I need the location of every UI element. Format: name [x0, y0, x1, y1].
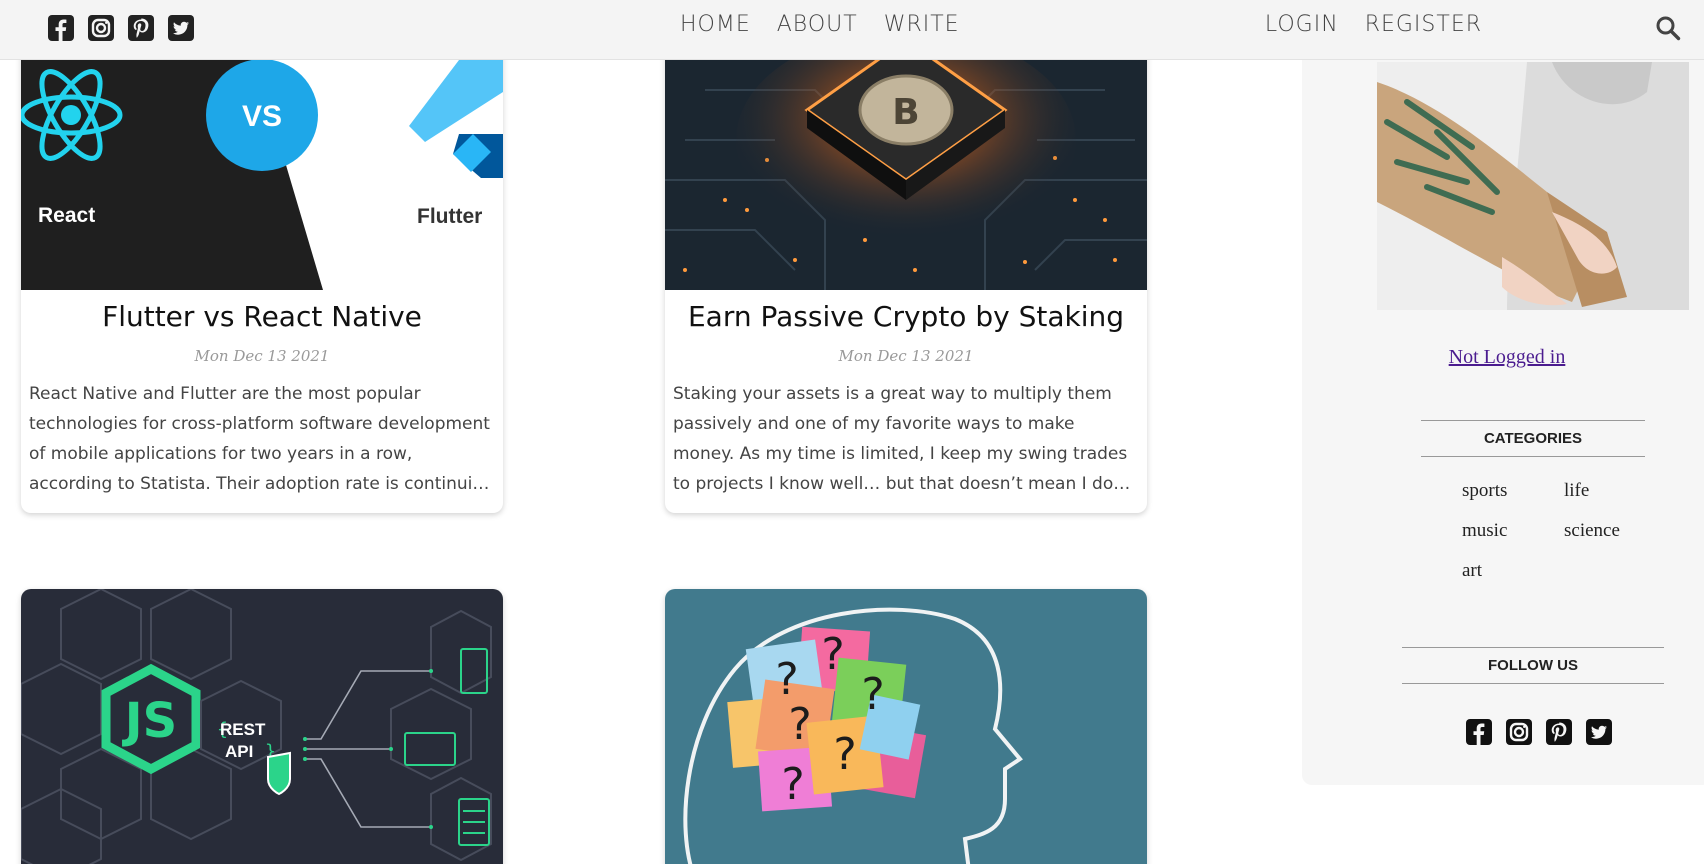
instagram-icon[interactable] [1505, 718, 1533, 746]
nav-about-link[interactable]: ABOUT [777, 12, 858, 37]
rest-api-text-1: REST [220, 720, 266, 739]
post-title[interactable]: Flutter vs React Native [21, 300, 503, 333]
facebook-icon[interactable] [47, 14, 75, 42]
category-science[interactable]: science [1564, 520, 1644, 542]
sidebar: Not Logged in CATEGORIES sports life mus… [1302, 50, 1704, 785]
rest-api-text-2: API [225, 742, 253, 761]
question-mark: ? [788, 699, 811, 750]
top-social-icons [47, 14, 195, 42]
question-mark: ? [861, 669, 884, 720]
question-mark: ? [775, 654, 798, 705]
category-music[interactable]: music [1462, 520, 1564, 542]
post-card[interactable]: ? ? ? ? ? ? [665, 589, 1147, 864]
post-date: Mon Dec 13 2021 [194, 347, 330, 365]
twitter-icon[interactable] [1585, 718, 1613, 746]
post-description: React Native and Flutter are the most po… [29, 384, 494, 494]
auth-nav: LOGIN REGISTER [1265, 12, 1482, 37]
post-description: Staking your assets is a great way to mu… [673, 384, 1137, 494]
sidebar-social-icons [1465, 718, 1613, 746]
shield-icon [267, 751, 291, 796]
profile-photo [1377, 62, 1689, 310]
post-image-react-flutter[interactable]: React VS Flutter [21, 30, 503, 290]
categories-list: sports life music science art [1462, 480, 1644, 582]
nav-home-link[interactable]: HOME [680, 12, 751, 37]
js-logo-text: JS [122, 693, 177, 749]
facebook-icon[interactable] [1465, 718, 1493, 746]
image-label-react: React [38, 204, 95, 227]
image-label-vs: VS [242, 100, 282, 133]
bitcoin-symbol: B [892, 92, 919, 133]
category-art[interactable]: art [1462, 560, 1564, 582]
post-card[interactable]: JS { } REST API [21, 589, 503, 864]
post-card[interactable]: React VS Flutter Flutter vs React Native… [21, 30, 503, 513]
nav-register-link[interactable]: REGISTER [1365, 12, 1482, 37]
question-mark: ? [833, 729, 856, 780]
twitter-icon[interactable] [167, 14, 195, 42]
not-logged-in-link[interactable]: Not Logged in [1302, 346, 1704, 369]
instagram-icon[interactable] [87, 14, 115, 42]
post-image-crypto-chip[interactable]: B [665, 30, 1147, 290]
category-life[interactable]: life [1564, 480, 1644, 502]
nav-login-link[interactable]: LOGIN [1265, 12, 1339, 37]
top-navbar: HOME ABOUT WRITE LOGIN REGISTER [0, 0, 1704, 60]
nav-write-link[interactable]: WRITE [884, 12, 960, 37]
main-nav: HOME ABOUT WRITE [680, 12, 960, 37]
post-title[interactable]: Earn Passive Crypto by Staking [665, 300, 1147, 333]
pinterest-icon[interactable] [127, 14, 155, 42]
categories-heading: CATEGORIES [1421, 420, 1645, 457]
question-mark: ? [821, 629, 844, 680]
follow-us-heading: FOLLOW US [1402, 647, 1664, 684]
post-image-head-questions[interactable]: ? ? ? ? ? ? [665, 589, 1147, 864]
question-mark: ? [781, 759, 804, 810]
category-sports[interactable]: sports [1462, 480, 1564, 502]
post-card[interactable]: B Earn Passive Crypto by Staking Mon Dec… [665, 30, 1147, 513]
post-image-node-rest-api[interactable]: JS { } REST API [21, 589, 503, 864]
post-date: Mon Dec 13 2021 [838, 347, 974, 365]
search-icon[interactable] [1655, 15, 1681, 41]
image-label-flutter: Flutter [417, 205, 482, 228]
pinterest-icon[interactable] [1545, 718, 1573, 746]
